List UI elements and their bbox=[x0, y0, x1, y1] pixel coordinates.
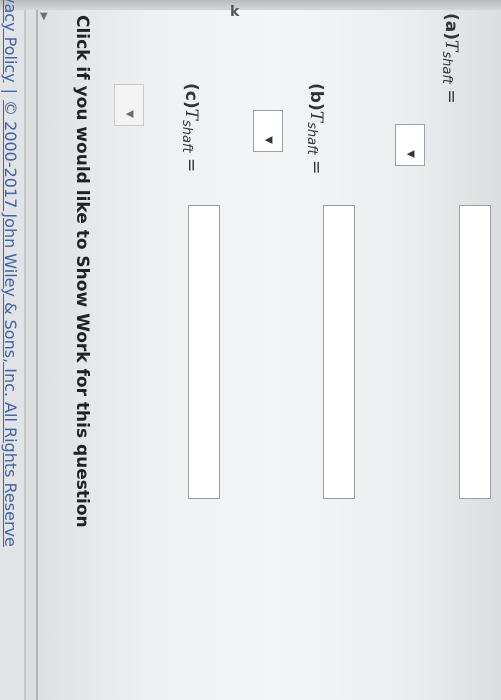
part-c-units-dropdown[interactable]: ▼ bbox=[114, 84, 144, 126]
footer-separator: | bbox=[1, 88, 20, 95]
chevron-down-icon: ▼ bbox=[405, 150, 416, 158]
part-b-units-dropdown[interactable]: ▼ bbox=[253, 110, 283, 152]
part-b-answer-input[interactable] bbox=[323, 205, 355, 499]
footer: vacy Policy | © 2000-2017 John Wiley & Son… bbox=[1, 0, 20, 547]
show-work-link[interactable]: Click if you would like to Show Work for… bbox=[72, 15, 92, 528]
part-b-label: (b)Tshaft = bbox=[304, 83, 326, 175]
part-c-answer-input[interactable] bbox=[188, 205, 220, 499]
chevron-down-icon: ▼ bbox=[124, 110, 135, 118]
question-panel: (a)Tshaft = ▼ (b)Tshaft = ▼ (c)Tshaft = … bbox=[0, 0, 501, 700]
part-a-answer-input[interactable] bbox=[459, 205, 491, 499]
part-c-label: (c)Tshaft = bbox=[179, 83, 201, 173]
privacy-policy-link[interactable]: vacy Policy bbox=[1, 0, 20, 83]
copyright-link[interactable]: © 2000-2017 John Wiley & Sons, Inc. All … bbox=[1, 100, 20, 547]
part-a-units-dropdown[interactable]: ▼ bbox=[395, 124, 425, 166]
part-a-label: (a)Tshaft = bbox=[439, 13, 461, 104]
chevron-down-icon: ▼ bbox=[263, 136, 274, 144]
